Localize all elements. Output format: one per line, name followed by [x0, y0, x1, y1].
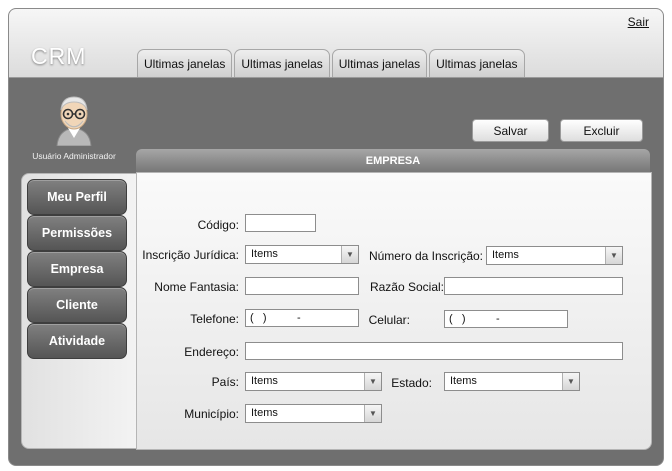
municipio-select[interactable]: Items ▼	[245, 404, 382, 423]
nome-fantasia-label: Nome Fantasia:	[154, 280, 239, 294]
nome-fantasia-field[interactable]	[245, 277, 359, 295]
pais-label: País:	[211, 375, 239, 389]
chevron-down-icon: ▼	[605, 247, 622, 264]
telefone-label: Telefone:	[190, 312, 239, 326]
codigo-field[interactable]	[245, 214, 316, 232]
municipio-label: Município:	[184, 407, 239, 421]
numero-inscricao-label: Número da Inscrição:	[368, 249, 483, 263]
sidebar-item-empresa[interactable]: Empresa	[27, 251, 127, 287]
sidebar: Meu Perfil Permissões Empresa Cliente At…	[21, 173, 138, 449]
delete-button[interactable]: Excluir	[560, 119, 643, 142]
pais-select[interactable]: Items ▼	[245, 372, 382, 391]
codigo-label: Código:	[197, 218, 239, 232]
estado-label: Estado:	[391, 376, 432, 390]
tab-recent-1[interactable]: Ultimas janelas	[137, 49, 233, 77]
chevron-down-icon: ▼	[364, 405, 381, 422]
endereco-label: Endereço:	[184, 345, 239, 359]
logout-link[interactable]: Sair	[628, 15, 649, 29]
razao-social-label: Razão Social:	[369, 280, 444, 294]
save-button[interactable]: Salvar	[472, 119, 549, 142]
estado-select[interactable]: Items ▼	[444, 372, 580, 391]
brand-logo: CRM	[31, 43, 87, 69]
section-title: EMPRESA	[136, 149, 650, 172]
estado-value: Items	[450, 375, 477, 387]
top-bar: CRM Sair Ultimas janelas Ultimas janelas…	[9, 9, 663, 78]
app-window: CRM Sair Ultimas janelas Ultimas janelas…	[8, 8, 664, 466]
chevron-down-icon: ▼	[364, 373, 381, 390]
razao-social-field[interactable]	[444, 277, 623, 295]
endereco-field[interactable]	[245, 342, 623, 360]
inscricao-juridica-value: Items	[251, 248, 278, 260]
tab-recent-3[interactable]: Ultimas janelas	[331, 49, 428, 77]
tab-recent-4[interactable]: Ultimas janelas	[429, 49, 525, 77]
user-name: Usuário Administrador	[32, 151, 116, 161]
user-avatar-icon	[56, 96, 92, 146]
inscricao-juridica-select[interactable]: Items ▼	[245, 245, 359, 264]
numero-inscricao-value: Items	[492, 249, 519, 261]
telefone-field[interactable]: ( ) -	[245, 309, 359, 327]
recent-windows-tabs: Ultimas janelas Ultimas janelas Ultimas …	[137, 49, 527, 77]
sidebar-item-atividade[interactable]: Atividade	[27, 323, 127, 359]
celular-label: Celular:	[368, 313, 410, 327]
numero-inscricao-select[interactable]: Items ▼	[486, 246, 623, 265]
chevron-down-icon: ▼	[341, 246, 358, 263]
municipio-value: Items	[251, 407, 278, 419]
sidebar-item-meu-perfil[interactable]: Meu Perfil	[27, 179, 127, 215]
tab-recent-2[interactable]: Ultimas janelas	[234, 49, 330, 77]
company-form: Código: Inscrição Jurídica: Items ▼ Núme…	[136, 172, 652, 450]
sidebar-item-cliente[interactable]: Cliente	[27, 287, 127, 323]
sidebar-item-permissoes[interactable]: Permissões	[27, 215, 127, 251]
celular-field[interactable]: ( ) -	[444, 310, 568, 328]
pais-value: Items	[251, 375, 278, 387]
chevron-down-icon: ▼	[562, 373, 579, 390]
inscricao-juridica-label: Inscrição Jurídica:	[142, 248, 239, 262]
